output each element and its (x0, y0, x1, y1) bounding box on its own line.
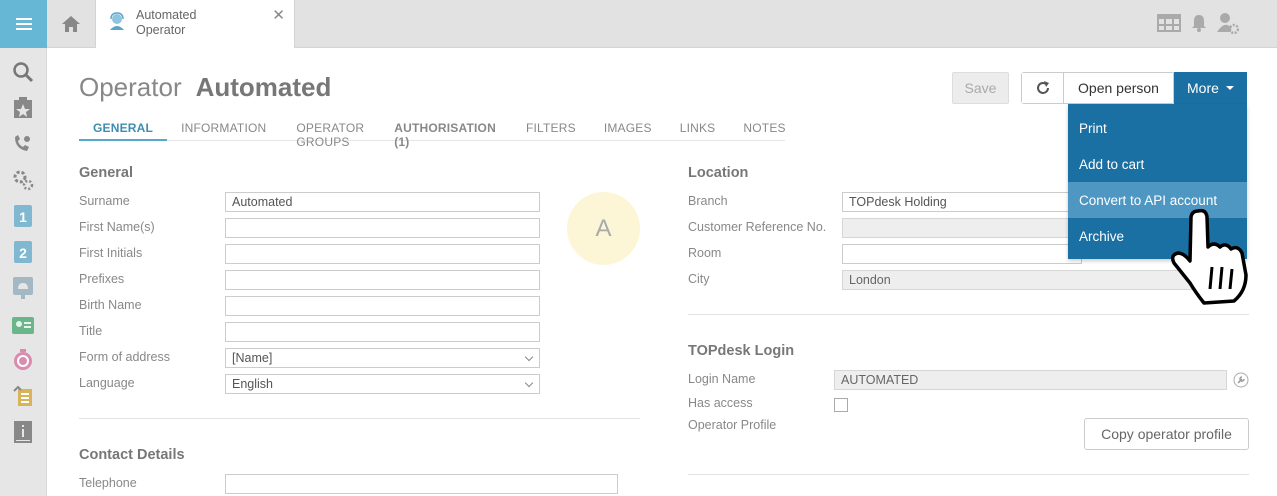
refresh-button[interactable] (1022, 73, 1064, 103)
hamburger-menu-icon[interactable] (0, 0, 47, 48)
divider (79, 418, 640, 419)
tab-title: Automated Operator (136, 8, 197, 37)
menu-item-print[interactable]: Print (1068, 110, 1247, 146)
operator-profile-label: Operator Profile (688, 418, 777, 432)
form-of-address-label: Form of address (79, 350, 171, 364)
birth-name-field[interactable] (225, 296, 540, 316)
svg-text:2: 2 (19, 245, 27, 261)
language-label: Language (79, 376, 135, 390)
open-person-button[interactable]: Open person (1064, 73, 1174, 103)
first-initials-field[interactable] (225, 244, 540, 264)
tab-general[interactable]: GENERAL (79, 116, 168, 141)
tab-operator-groups[interactable]: OPERATOR GROUPS (280, 116, 378, 149)
has-access-checkbox[interactable] (834, 398, 848, 412)
surname-label: Surname (79, 194, 130, 208)
divider (688, 474, 1249, 475)
has-access-label: Has access (688, 396, 753, 410)
person-card-icon[interactable] (11, 312, 35, 336)
self-service-icon[interactable] (11, 276, 35, 300)
page-title: Operator Automated (79, 72, 331, 103)
contact-details-heading: Contact Details (79, 447, 185, 463)
checklist-icon[interactable] (11, 384, 35, 408)
prefixes-field[interactable] (225, 270, 540, 290)
customer-ref-label: Customer Reference No. (688, 220, 827, 234)
tab-images[interactable]: IMAGES (590, 116, 666, 141)
sidebar: 1 2 (0, 0, 47, 496)
branch-field[interactable]: TOPdesk Holding (842, 192, 1082, 212)
operator-headset-icon (108, 12, 126, 35)
more-label: More (1187, 80, 1219, 96)
tab-authorisation[interactable]: AUTHORISATION (1) (378, 116, 510, 149)
top-bar: Automated Operator ✕ (47, 0, 1277, 48)
save-button[interactable]: Save (952, 72, 1009, 104)
general-heading: General (79, 165, 133, 181)
page-title-name: Automated (195, 72, 332, 102)
top-right-icons (1157, 12, 1240, 39)
language-select[interactable]: English (225, 374, 540, 394)
favorites-icon[interactable] (11, 96, 35, 120)
login-name-label: Login Name (688, 372, 756, 386)
tab-notes[interactable]: NOTES (729, 116, 799, 141)
copy-operator-profile-button[interactable]: Copy operator profile (1084, 418, 1249, 450)
first-names-label: First Name(s) (79, 220, 155, 234)
room-label: Room (688, 246, 722, 260)
customer-ref-field (842, 218, 1082, 238)
tab-filters[interactable]: FILTERS (510, 116, 590, 141)
search-icon[interactable] (11, 60, 35, 84)
user-settings-icon[interactable] (1217, 12, 1240, 39)
timer-icon[interactable] (11, 348, 35, 372)
city-label: City (688, 272, 710, 286)
topdesk-login-heading: TOPdesk Login (688, 343, 795, 359)
hand-pointer-cursor-icon (1160, 205, 1252, 310)
room-field[interactable] (842, 244, 1082, 264)
divider (688, 314, 1249, 315)
location-heading: Location (688, 165, 749, 181)
menu-item-add-to-cart[interactable]: Add to cart (1068, 146, 1247, 182)
refresh-icon (1036, 81, 1049, 94)
home-icon[interactable] (47, 0, 94, 48)
city-field: London (842, 270, 1192, 290)
info-book-icon[interactable] (11, 420, 35, 444)
bell-icon[interactable] (1191, 14, 1207, 37)
wrench-icon[interactable] (1233, 372, 1249, 393)
detail-tabs: GENERAL INFORMATION OPERATOR GROUPS AUTH… (79, 116, 786, 149)
telephone-field[interactable] (225, 474, 618, 494)
calendar-grid-icon[interactable] (1157, 14, 1181, 37)
title-label: Title (79, 324, 103, 338)
first-names-field[interactable] (225, 218, 540, 238)
prefixes-label: Prefixes (79, 272, 125, 286)
page-title-type: Operator (79, 72, 182, 102)
svg-text:1: 1 (19, 209, 27, 225)
birth-name-label: Birth Name (79, 298, 142, 312)
first-line-icon[interactable]: 1 (11, 204, 35, 228)
form-of-address-select[interactable]: [Name] (225, 348, 540, 368)
branch-label: Branch (688, 194, 728, 208)
telephone-label: Telephone (79, 476, 137, 490)
login-name-field: AUTOMATED (834, 370, 1227, 390)
avatar[interactable]: A (567, 192, 640, 265)
open-tab-automated-operator[interactable]: Automated Operator ✕ (95, 0, 295, 48)
second-line-icon[interactable]: 2 (11, 240, 35, 264)
more-button[interactable]: More (1174, 72, 1247, 104)
settings-gears-icon[interactable] (11, 168, 35, 192)
caret-down-icon (1225, 86, 1234, 90)
close-tab-icon[interactable]: ✕ (272, 6, 285, 24)
tab-information[interactable]: INFORMATION (167, 116, 280, 141)
call-management-icon[interactable] (11, 132, 35, 156)
surname-field[interactable]: Automated (225, 192, 540, 212)
tab-links[interactable]: LINKS (666, 116, 730, 141)
first-initials-label: First Initials (79, 246, 143, 260)
action-button-group: Open person (1021, 72, 1175, 104)
title-field[interactable] (225, 322, 540, 342)
